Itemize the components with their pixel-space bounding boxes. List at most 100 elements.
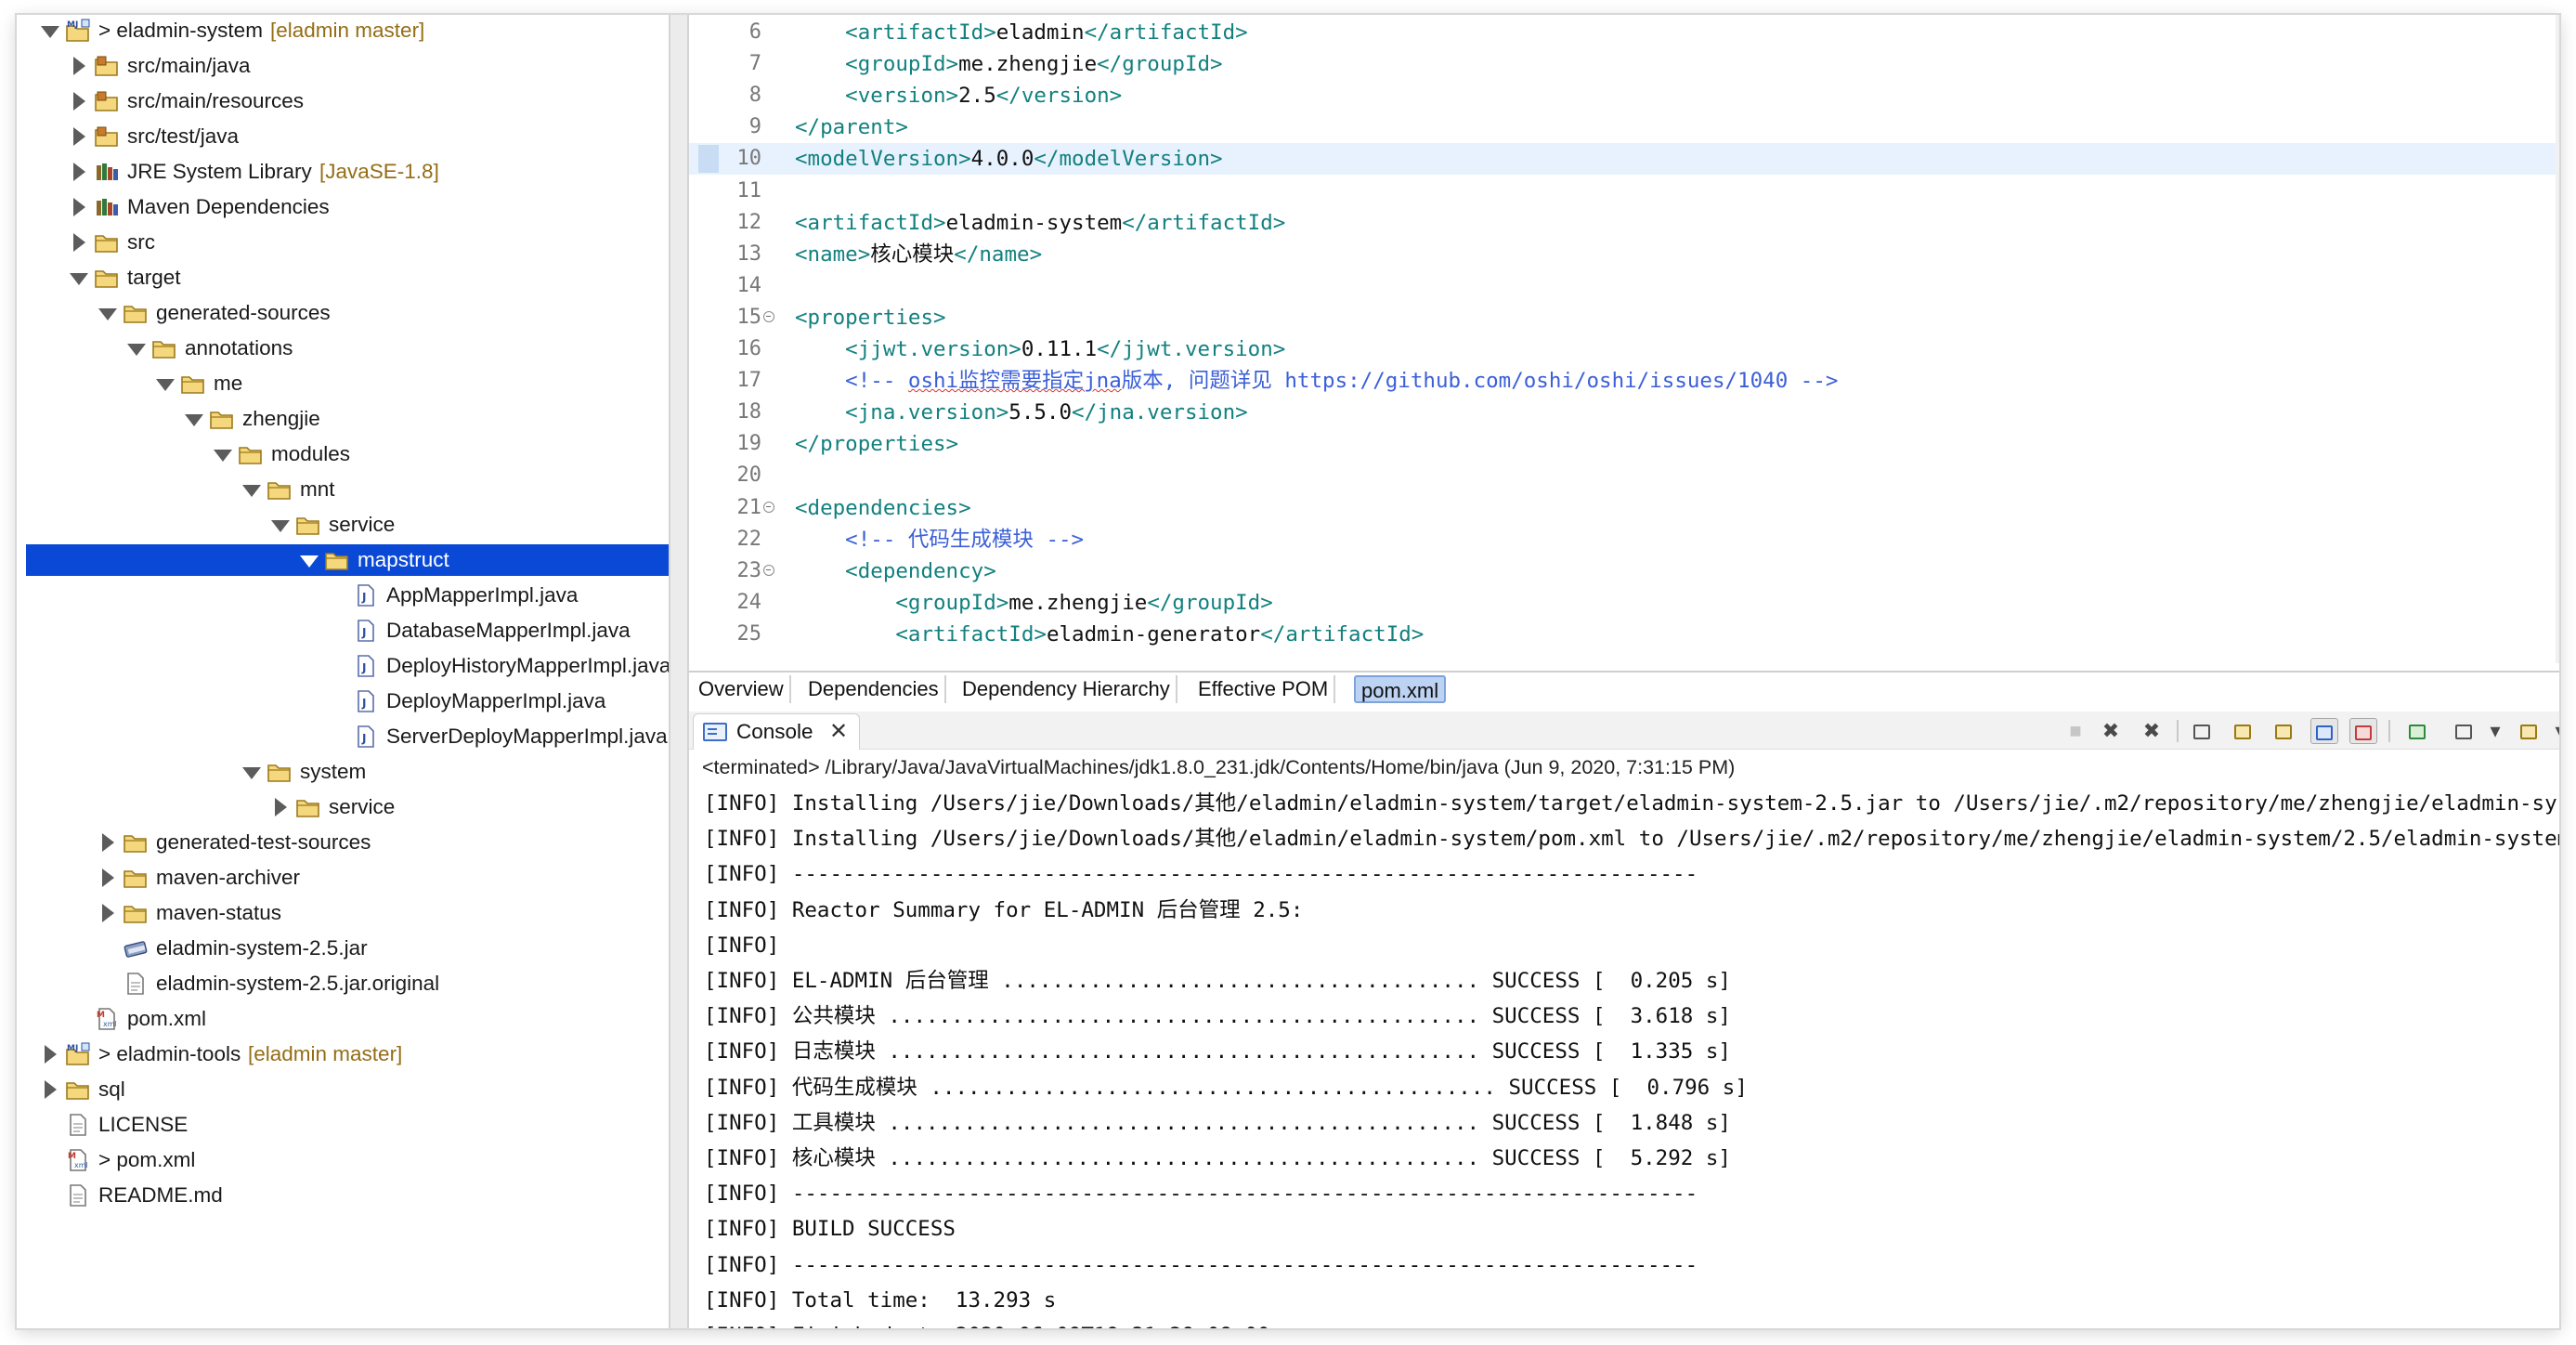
collapsed-toggle-icon[interactable] bbox=[68, 85, 90, 117]
display-console-icon[interactable] bbox=[2450, 718, 2478, 744]
collapsed-toggle-icon[interactable] bbox=[68, 227, 90, 258]
clear-console-icon[interactable] bbox=[2188, 718, 2216, 744]
show-on-stdout-icon[interactable] bbox=[2310, 718, 2338, 744]
tree-item[interactable]: maven-archiver bbox=[26, 862, 669, 894]
collapsed-toggle-icon[interactable] bbox=[39, 1038, 61, 1070]
tree-item[interactable]: LICENSE bbox=[26, 1109, 669, 1141]
collapsed-toggle-icon[interactable] bbox=[97, 827, 119, 858]
expanded-toggle-icon[interactable] bbox=[212, 438, 234, 470]
tab-overview[interactable]: Overview bbox=[693, 675, 791, 703]
collapsed-toggle-icon[interactable] bbox=[97, 897, 119, 929]
tree-item[interactable]: Maven Dependencies bbox=[26, 191, 669, 223]
collapsed-toggle-icon[interactable] bbox=[39, 1074, 61, 1105]
chevron-down-icon[interactable]: ▾ bbox=[2481, 718, 2509, 744]
tree-item[interactable]: modules bbox=[26, 438, 669, 470]
fold-collapse-icon[interactable] bbox=[763, 310, 774, 322]
tree-item[interactable]: JRE System Library [JavaSE-1.8] bbox=[26, 156, 669, 188]
expanded-toggle-icon[interactable] bbox=[97, 297, 119, 329]
tree-item[interactable]: Mxml > pom.xml bbox=[26, 1144, 669, 1176]
tree-item[interactable]: README.md bbox=[26, 1180, 669, 1211]
code-line[interactable]: 10 <modelVersion>4.0.0</modelVersion> bbox=[689, 143, 2559, 176]
tab-pom-xml[interactable]: pom.xml bbox=[1354, 675, 1447, 703]
show-on-stderr-icon[interactable] bbox=[2349, 718, 2377, 744]
tree-item[interactable]: system bbox=[26, 756, 669, 788]
tree-item[interactable]: J ServerDeployMapperImpl.java bbox=[26, 721, 669, 752]
code-line[interactable]: 8 <version>2.5</version> bbox=[689, 80, 2559, 111]
expanded-toggle-icon[interactable] bbox=[183, 403, 205, 435]
code-line[interactable]: 18 <jna.version>5.5.0</jna.version> bbox=[689, 397, 2559, 428]
open-console-icon[interactable] bbox=[2515, 718, 2543, 744]
tree-item[interactable]: Mxml pom.xml bbox=[26, 1003, 669, 1035]
tree-item[interactable]: sql bbox=[26, 1074, 669, 1105]
tree-item[interactable]: mapstruct bbox=[26, 544, 669, 576]
chevron-down-icon[interactable]: ▾ bbox=[2546, 718, 2559, 744]
tree-item[interactable]: J DeployMapperImpl.java bbox=[26, 686, 669, 717]
tree-item[interactable]: MJ > eladmin-system [eladmin master] bbox=[26, 15, 669, 46]
code-line[interactable]: 12 <artifactId>eladmin-system</artifactId… bbox=[689, 207, 2559, 239]
pom-editor[interactable]: 6 <artifactId>eladmin</artifactId> 7 <gro… bbox=[689, 15, 2559, 663]
code-line[interactable]: 17 <!-- oshi监控需要指定jna版本, 问题详见 https://gi… bbox=[689, 365, 2559, 397]
tree-item[interactable]: service bbox=[26, 791, 669, 823]
code-line[interactable]: 24 <groupId>me.zhengjie</groupId> bbox=[689, 587, 2559, 619]
expanded-toggle-icon[interactable] bbox=[68, 262, 90, 294]
tab-effective-pom[interactable]: Effective POM bbox=[1192, 675, 1336, 703]
tree-item[interactable]: maven-status bbox=[26, 897, 669, 929]
expanded-toggle-icon[interactable] bbox=[241, 756, 263, 788]
tab-dependencies[interactable]: Dependencies bbox=[802, 675, 946, 703]
tree-item[interactable]: src bbox=[26, 227, 669, 258]
code-line[interactable]: 7 <groupId>me.zhengjie</groupId> bbox=[689, 48, 2559, 80]
tree-item[interactable]: J DatabaseMapperImpl.java bbox=[26, 615, 669, 646]
code-line[interactable]: 15 <properties> bbox=[689, 302, 2559, 333]
console-tab[interactable]: Console ✕ bbox=[693, 713, 860, 750]
expanded-toggle-icon[interactable] bbox=[125, 333, 148, 364]
code-line[interactable]: 14 bbox=[689, 270, 2559, 302]
expanded-toggle-icon[interactable] bbox=[39, 15, 61, 46]
collapsed-toggle-icon[interactable] bbox=[68, 50, 90, 82]
collapsed-toggle-icon[interactable] bbox=[269, 791, 292, 823]
expanded-toggle-icon[interactable] bbox=[298, 544, 320, 576]
tree-item[interactable]: eladmin-system-2.5.jar bbox=[26, 933, 669, 964]
tree-item[interactable]: src/test/java bbox=[26, 121, 669, 152]
tree-item[interactable]: generated-test-sources bbox=[26, 827, 669, 858]
tree-item[interactable]: MJ > eladmin-tools [eladmin master] bbox=[26, 1038, 669, 1070]
remove-all-terminated-icon[interactable]: ✖ bbox=[2138, 718, 2166, 744]
fold-collapse-icon[interactable] bbox=[763, 564, 774, 576]
code-line[interactable]: 21 <dependencies> bbox=[689, 492, 2559, 524]
pane-splitter[interactable] bbox=[669, 15, 689, 1328]
tree-item[interactable]: src/main/java bbox=[26, 50, 669, 82]
tree-item[interactable]: J AppMapperImpl.java bbox=[26, 580, 669, 611]
code-line[interactable]: 19 </properties> bbox=[689, 428, 2559, 460]
collapsed-toggle-icon[interactable] bbox=[68, 191, 90, 223]
expanded-toggle-icon[interactable] bbox=[269, 509, 292, 541]
tree-item[interactable]: src/main/resources bbox=[26, 85, 669, 117]
terminate-icon[interactable]: ■ bbox=[2062, 718, 2089, 744]
tab-dependency-hierarchy[interactable]: Dependency Hierarchy bbox=[956, 675, 1177, 703]
expanded-toggle-icon[interactable] bbox=[241, 474, 263, 505]
tree-item[interactable]: J DeployHistoryMapperImpl.java bbox=[26, 650, 669, 682]
tree-item[interactable]: me bbox=[26, 368, 669, 399]
word-wrap-icon[interactable] bbox=[2270, 718, 2297, 744]
code-line[interactable]: 22 <!-- 代码生成模块 --> bbox=[689, 524, 2559, 555]
close-icon[interactable]: ✕ bbox=[829, 714, 848, 750]
collapsed-toggle-icon[interactable] bbox=[68, 121, 90, 152]
remove-launch-icon[interactable]: ✖ bbox=[2097, 718, 2125, 744]
tree-item[interactable]: eladmin-system-2.5.jar.original bbox=[26, 968, 669, 999]
editor-scrollbar[interactable] bbox=[2556, 15, 2559, 663]
code-line[interactable]: 11 bbox=[689, 176, 2559, 207]
code-line[interactable]: 6 <artifactId>eladmin</artifactId> bbox=[689, 17, 2559, 48]
pin-console-icon[interactable] bbox=[2403, 718, 2431, 744]
code-line[interactable]: 9 </parent> bbox=[689, 111, 2559, 143]
scroll-lock-icon[interactable] bbox=[2229, 718, 2257, 744]
tree-item[interactable]: target bbox=[26, 262, 669, 294]
code-line[interactable]: 20 bbox=[689, 460, 2559, 491]
code-line[interactable]: 13 <name>核心模块</name> bbox=[689, 239, 2559, 270]
code-line[interactable]: 16 <jjwt.version>0.11.1</jjwt.version> bbox=[689, 333, 2559, 365]
collapsed-toggle-icon[interactable] bbox=[68, 156, 90, 188]
fold-collapse-icon[interactable] bbox=[763, 501, 774, 513]
tree-item[interactable]: mnt bbox=[26, 474, 669, 505]
expanded-toggle-icon[interactable] bbox=[154, 368, 176, 399]
code-line[interactable]: 23 <dependency> bbox=[689, 555, 2559, 587]
tree-item[interactable]: generated-sources bbox=[26, 297, 669, 329]
tree-item[interactable]: annotations bbox=[26, 333, 669, 364]
code-line[interactable]: 25 <artifactId>eladmin-generator</artifa… bbox=[689, 619, 2559, 650]
